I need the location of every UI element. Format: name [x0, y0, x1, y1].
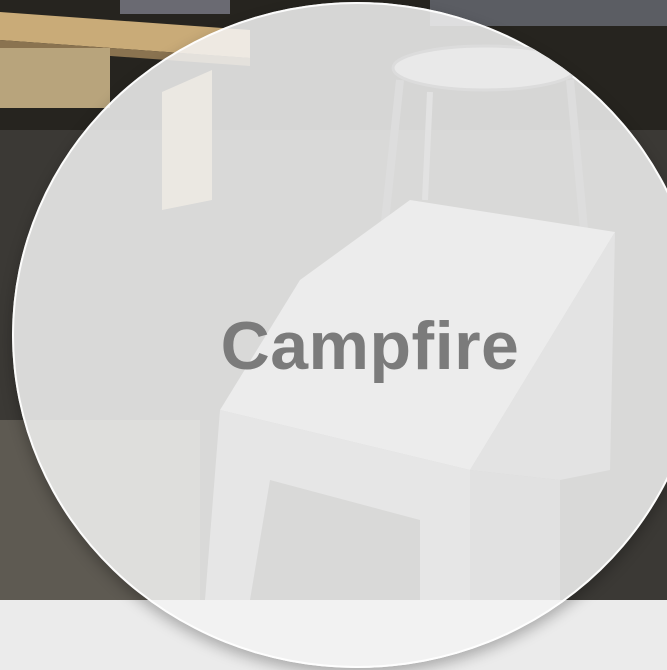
card-title: Campfire: [220, 308, 520, 384]
campfire-card[interactable]: Campfire: [0, 0, 667, 670]
